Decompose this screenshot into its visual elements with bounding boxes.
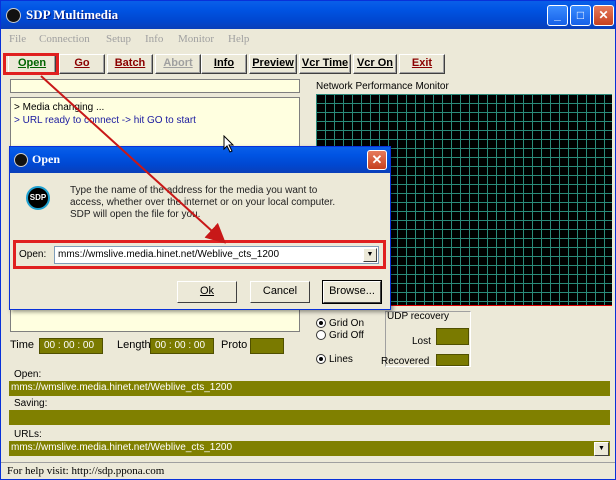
annotation-arrow-icon <box>40 75 226 244</box>
app-window: SDP Multimedia _ □ ✕ File Connection Set… <box>0 0 616 480</box>
